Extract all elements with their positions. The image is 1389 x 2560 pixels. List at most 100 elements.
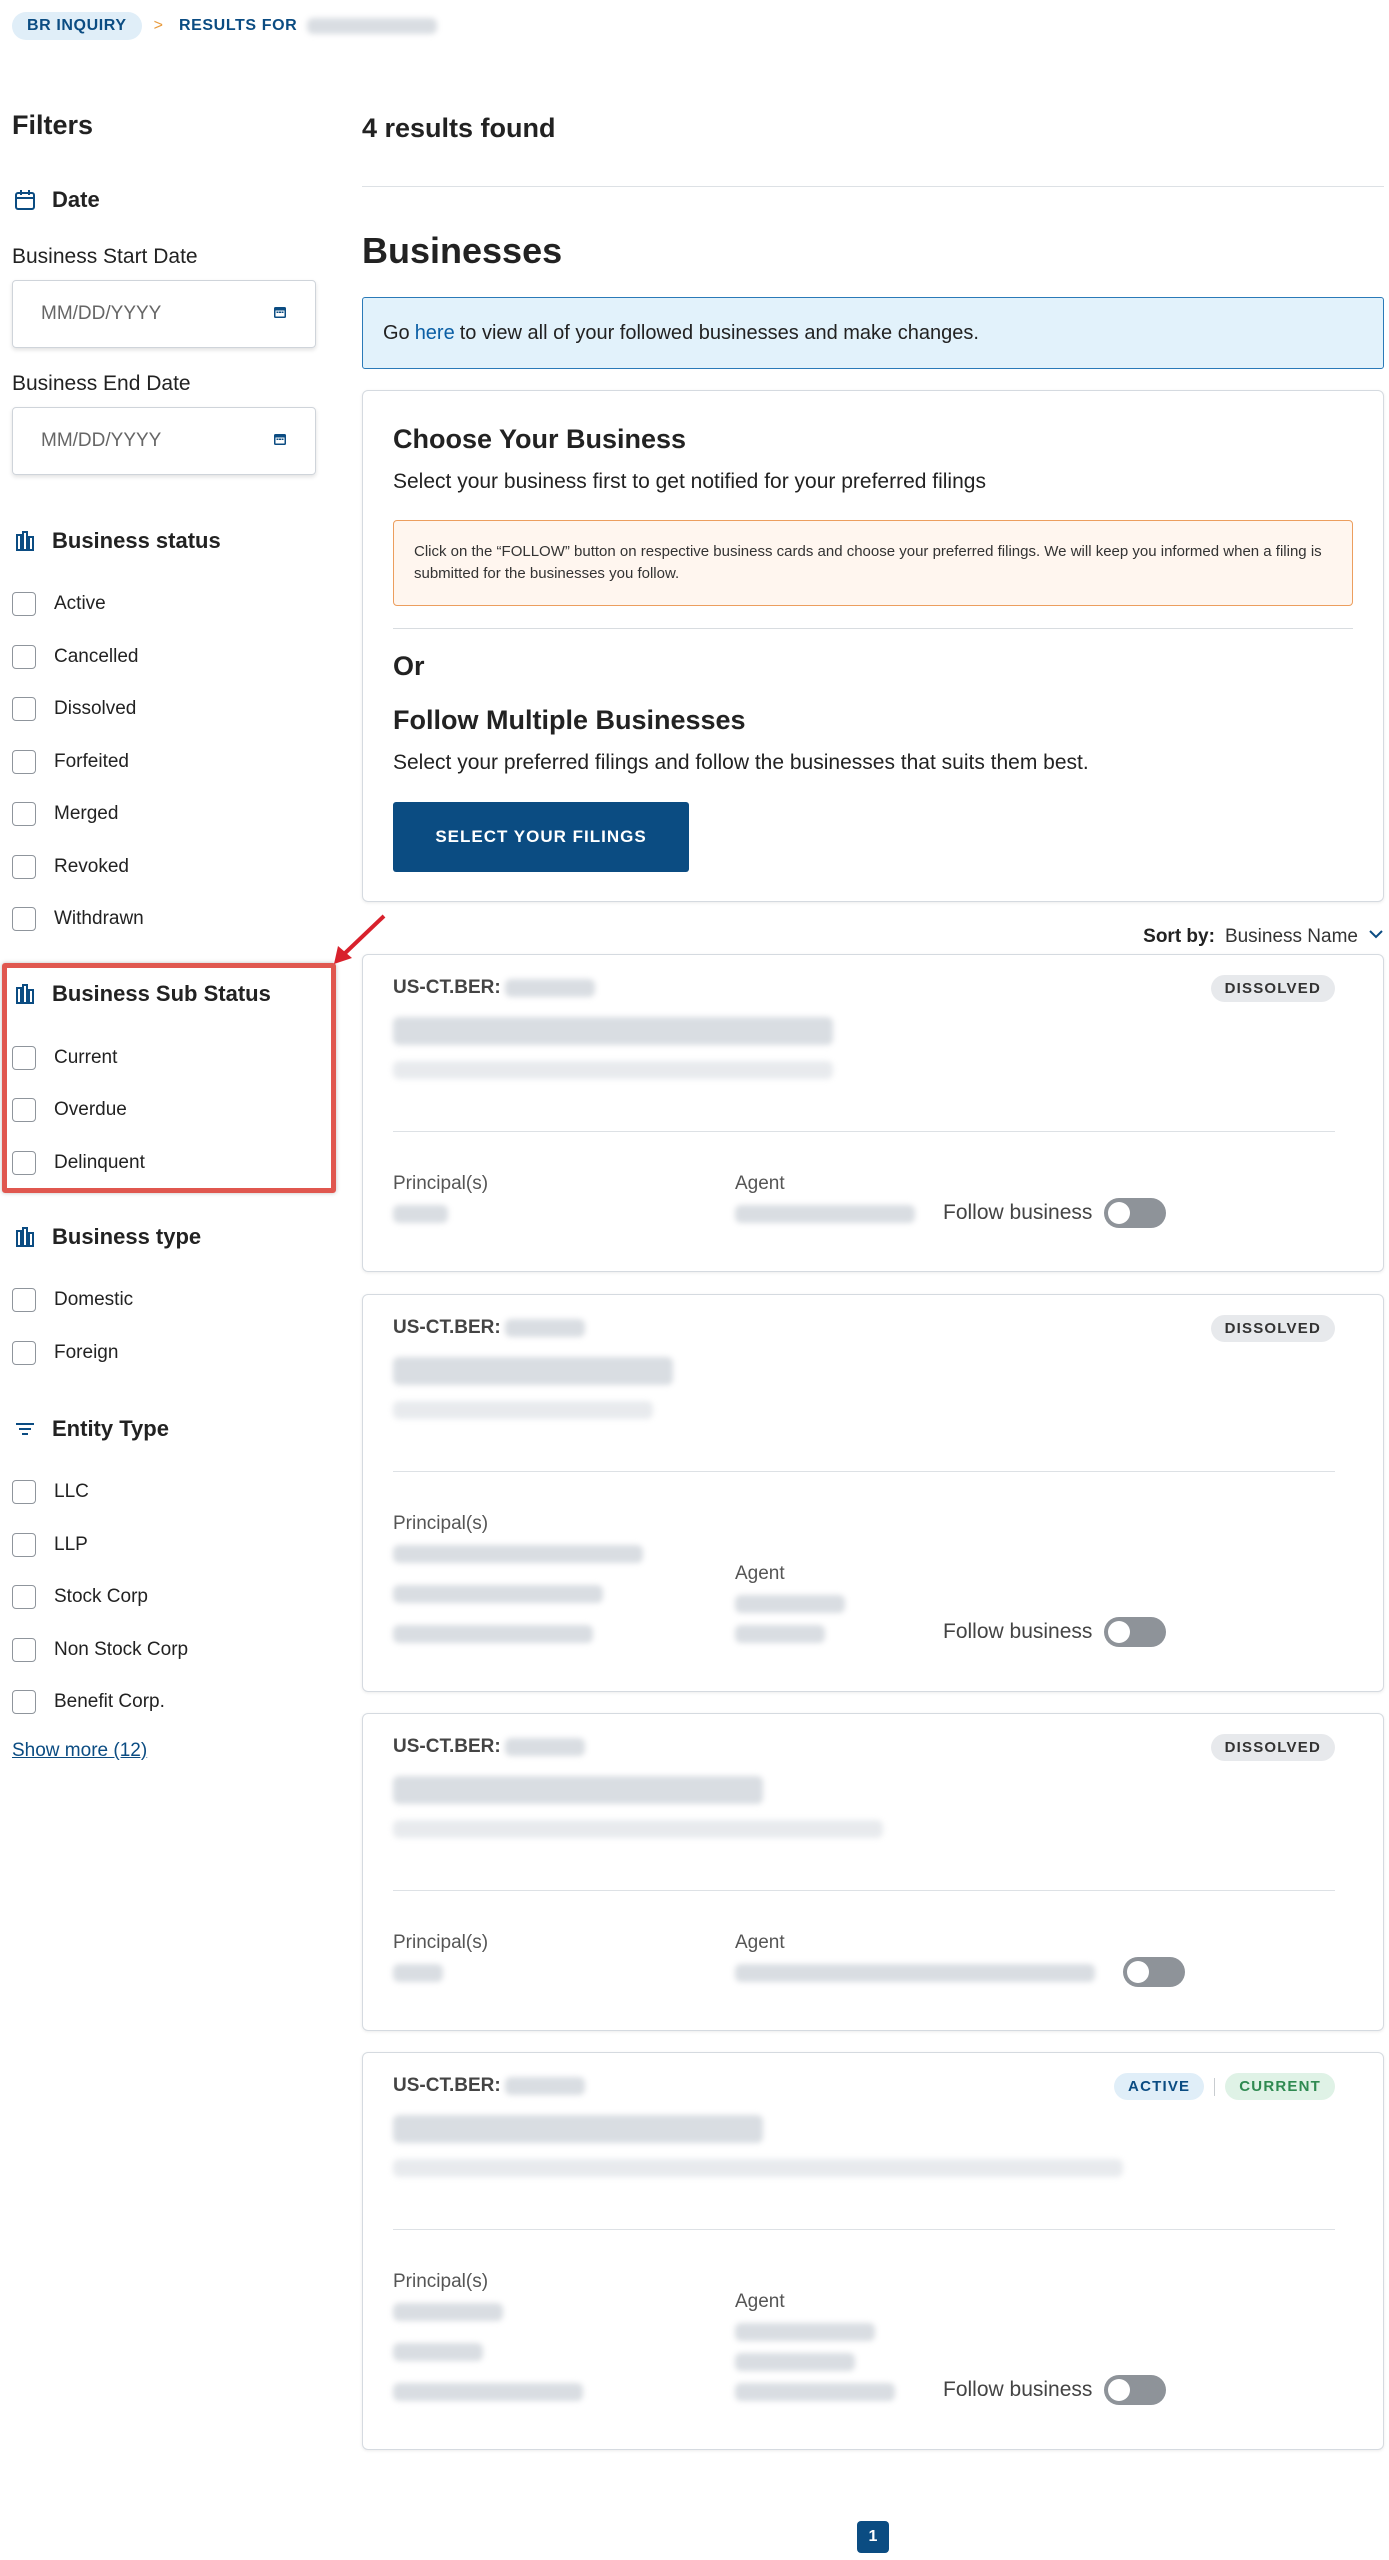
- business-id-prefix: US-CT.BER:: [393, 1736, 501, 1757]
- business-id: US-CT.BER:: [393, 1736, 585, 1758]
- follow-business-control[interactable]: Follow business: [943, 1617, 1167, 1647]
- status-option-merged[interactable]: Merged: [12, 802, 118, 826]
- redacted-principal: [393, 1205, 448, 1223]
- filters-title: Filters: [12, 110, 94, 140]
- show-more-link[interactable]: Show more (12): [12, 1740, 147, 1762]
- follow-toggle[interactable]: [1104, 1198, 1167, 1228]
- divider: [362, 186, 1384, 187]
- option-label: LLP: [54, 1534, 88, 1555]
- entity-option-benefit-corp[interactable]: Benefit Corp.: [12, 1690, 165, 1714]
- status-badge: DISSOLVED: [1210, 1315, 1335, 1342]
- status-badge: ACTIVE: [1114, 2073, 1205, 2100]
- status-badge: DISSOLVED: [1210, 1734, 1335, 1761]
- option-label: Active: [54, 593, 106, 614]
- checkbox[interactable]: [12, 855, 36, 879]
- redacted-agent: [735, 1595, 845, 1613]
- calendar-icon[interactable]: [273, 303, 287, 325]
- date-section-heading: Date: [12, 187, 100, 213]
- divider: [393, 1131, 1335, 1132]
- sort-control[interactable]: Sort by: Business Name: [1143, 926, 1384, 948]
- checkbox[interactable]: [12, 645, 36, 669]
- status-option-revoked[interactable]: Revoked: [12, 855, 129, 879]
- checkbox[interactable]: [12, 907, 36, 931]
- breadcrumb-home-link[interactable]: BR INQUIRY: [12, 12, 142, 40]
- status-option-forfeited[interactable]: Forfeited: [12, 750, 129, 774]
- pagination-page-1[interactable]: 1: [857, 2521, 889, 2553]
- redacted-address: [393, 1061, 833, 1079]
- checkbox[interactable]: [12, 1585, 36, 1609]
- highlight-box: [2, 963, 336, 1193]
- choose-business-card: Choose Your Business Select your busines…: [362, 390, 1384, 902]
- option-label: Forfeited: [54, 751, 129, 772]
- followed-businesses-link[interactable]: here: [415, 322, 455, 345]
- status-option-dissolved[interactable]: Dissolved: [12, 697, 136, 721]
- type-option-domestic[interactable]: Domestic: [12, 1288, 133, 1312]
- divider: [393, 628, 1353, 629]
- entity-option-stock-corp[interactable]: Stock Corp: [12, 1585, 148, 1609]
- redacted-principal: [393, 2383, 583, 2401]
- checkbox[interactable]: [12, 1480, 36, 1504]
- checkbox[interactable]: [12, 802, 36, 826]
- checkbox[interactable]: [12, 697, 36, 721]
- follow-business-control[interactable]: Follow business: [943, 2375, 1167, 2405]
- start-date-placeholder: MM/DD/YYYY: [41, 303, 162, 324]
- business-id: US-CT.BER:: [393, 977, 595, 999]
- follow-business-control[interactable]: [1123, 1957, 1185, 1987]
- divider: [393, 1471, 1335, 1472]
- start-date-field[interactable]: MM/DD/YYYY: [12, 280, 316, 348]
- follow-business-control[interactable]: Follow business: [943, 1198, 1167, 1228]
- principals-label: Principal(s): [393, 2271, 489, 2292]
- follow-multiple-subtitle: Select your preferred filings and follow…: [393, 751, 1089, 774]
- status-option-cancelled[interactable]: Cancelled: [12, 645, 139, 669]
- follow-notice: Click on the “FOLLOW” button on respecti…: [393, 520, 1353, 606]
- checkbox[interactable]: [12, 1341, 36, 1365]
- follow-toggle[interactable]: [1104, 1617, 1167, 1647]
- checkbox[interactable]: [12, 750, 36, 774]
- checkbox[interactable]: [12, 1638, 36, 1662]
- redacted-agent: [735, 2383, 895, 2401]
- follow-toggle[interactable]: [1104, 2375, 1167, 2405]
- redacted-principal: [393, 1545, 643, 1563]
- status-option-active[interactable]: Active: [12, 592, 106, 616]
- end-date-field[interactable]: MM/DD/YYYY: [12, 407, 316, 475]
- redacted-agent: [735, 2323, 875, 2341]
- checkbox[interactable]: [12, 1288, 36, 1312]
- redacted-address: [393, 1820, 883, 1838]
- breadcrumb: BR INQUIRY > RESULTS FOR: [12, 12, 438, 40]
- sort-value[interactable]: Business Name: [1225, 926, 1358, 948]
- end-date-label: Business End Date: [12, 372, 191, 395]
- entity-option-llp[interactable]: LLP: [12, 1533, 88, 1557]
- chevron-down-icon[interactable]: [1368, 926, 1384, 948]
- type-option-foreign[interactable]: Foreign: [12, 1341, 118, 1365]
- follow-label: Follow business: [943, 1620, 1093, 1643]
- follow-label: Follow business: [943, 2378, 1093, 2401]
- entity-type-label: Entity Type: [52, 1416, 169, 1441]
- page-title: Businesses: [362, 230, 563, 271]
- follow-multiple-title: Follow Multiple Businesses: [393, 705, 746, 735]
- business-status-heading: Business status: [12, 528, 221, 554]
- select-filings-button[interactable]: SELECT YOUR FILINGS: [393, 802, 689, 872]
- follow-toggle[interactable]: [1123, 1957, 1185, 1987]
- sort-label: Sort by:: [1143, 926, 1215, 947]
- choose-title: Choose Your Business: [393, 424, 687, 454]
- checkbox[interactable]: [12, 1690, 36, 1714]
- followed-info-banner: Go here to view all of your followed bus…: [362, 297, 1384, 369]
- entity-option-non-stock-corp[interactable]: Non Stock Corp: [12, 1638, 188, 1662]
- business-card: US-CT.BER: DISSOLVED Principal(s) Agent …: [362, 954, 1384, 1272]
- calendar-icon[interactable]: [273, 430, 287, 452]
- entity-option-llc[interactable]: LLC: [12, 1480, 89, 1504]
- redacted-business-name: [393, 2115, 763, 2143]
- option-label: Cancelled: [54, 646, 139, 667]
- business-type-label: Business type: [52, 1224, 202, 1249]
- filter-lines-icon: [12, 1416, 38, 1442]
- redacted-id: [504, 1319, 585, 1337]
- checkbox[interactable]: [12, 592, 36, 616]
- option-label: Foreign: [54, 1342, 119, 1363]
- status-badge: DISSOLVED: [1210, 975, 1335, 1002]
- redacted-id: [504, 2077, 585, 2095]
- status-badges: ACTIVE CURRENT: [1114, 2073, 1335, 2100]
- checkbox[interactable]: [12, 1533, 36, 1557]
- redacted-agent: [735, 1205, 915, 1223]
- status-option-withdrawn[interactable]: Withdrawn: [12, 907, 144, 931]
- info-text-before: Go: [383, 321, 410, 344]
